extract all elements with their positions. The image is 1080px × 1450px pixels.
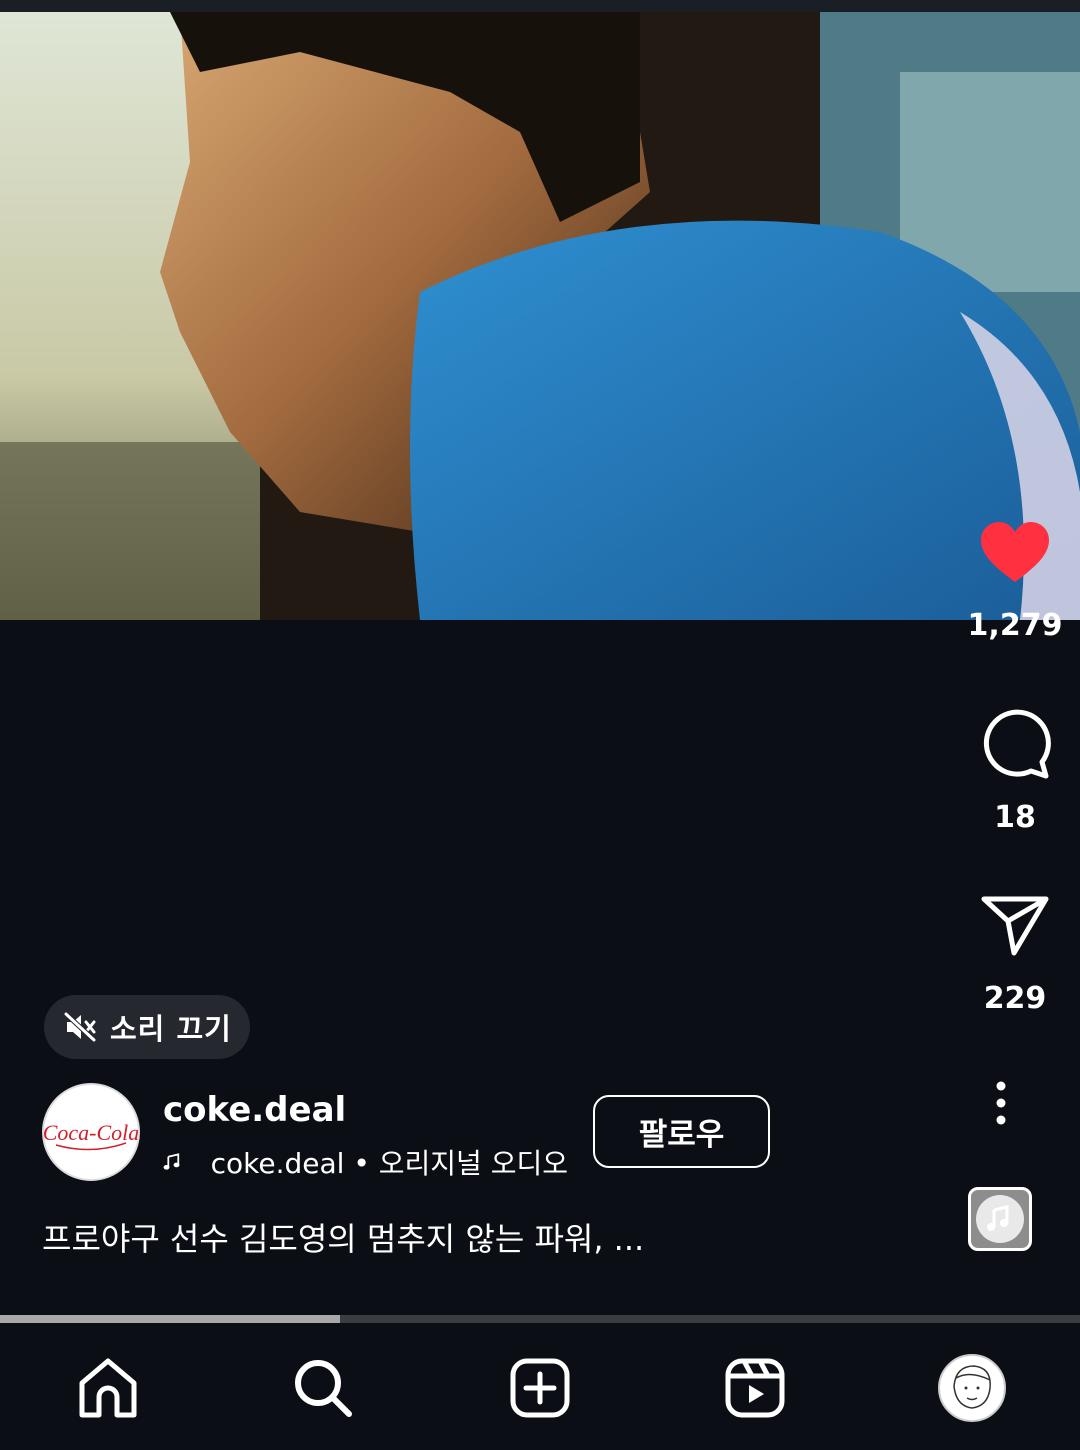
reel-video[interactable] — [0, 12, 1080, 620]
more-options-button[interactable] — [985, 1080, 1017, 1126]
mute-label: 소리 끄기 — [110, 1012, 232, 1046]
post-caption[interactable]: 프로야구 선수 김도영의 멈추지 않는 파워, ... — [42, 1214, 644, 1260]
nav-create[interactable] — [505, 1353, 575, 1423]
comment-action: 18 — [950, 708, 1080, 835]
follow-button[interactable]: 팔로우 — [593, 1095, 770, 1168]
home-icon — [79, 1358, 137, 1418]
share-action: 229 — [950, 895, 1080, 1016]
video-frame — [0, 12, 1080, 620]
coca-cola-logo: Coca-Cola — [44, 1120, 138, 1151]
status-bar — [0, 0, 1080, 12]
create-icon — [510, 1358, 570, 1418]
profile-sketch-icon — [953, 1365, 991, 1409]
author-avatar[interactable]: Coca-Cola — [42, 1083, 140, 1181]
search-icon — [295, 1360, 352, 1417]
audio-title: coke.deal • 오리지널 오디오 — [210, 1147, 568, 1180]
video-progress-fill — [0, 1315, 341, 1323]
nav-profile[interactable] — [937, 1353, 1007, 1423]
share-count: 229 — [983, 981, 1047, 1016]
svg-text:Coca-Cola: Coca-Cola — [44, 1120, 138, 1145]
reels-icon — [725, 1358, 785, 1418]
bottom-nav — [0, 1323, 1080, 1450]
audio-attribution[interactable]: coke.deal • 오리지널 오디오 — [163, 1142, 568, 1182]
send-icon[interactable] — [980, 895, 1050, 957]
comment-icon[interactable] — [979, 708, 1051, 780]
author-username[interactable]: coke.deal — [163, 1090, 346, 1130]
mute-toggle[interactable]: 소리 끄기 — [44, 995, 250, 1059]
audio-cover-icon — [976, 1195, 1024, 1243]
profile-avatar — [938, 1354, 1006, 1422]
nav-reels[interactable] — [720, 1353, 790, 1423]
like-action: 1,279 — [950, 520, 1080, 643]
like-count: 1,279 — [967, 608, 1063, 643]
heart-icon[interactable] — [979, 520, 1051, 584]
video-progress-bar[interactable] — [0, 1315, 1080, 1323]
comment-count: 18 — [994, 800, 1036, 835]
more-icon — [996, 1081, 1006, 1125]
music-note-icon — [163, 1153, 180, 1170]
speaker-muted-icon — [64, 1012, 96, 1042]
audio-thumbnail[interactable] — [968, 1187, 1032, 1251]
nav-home[interactable] — [73, 1353, 143, 1423]
nav-search[interactable] — [288, 1353, 358, 1423]
